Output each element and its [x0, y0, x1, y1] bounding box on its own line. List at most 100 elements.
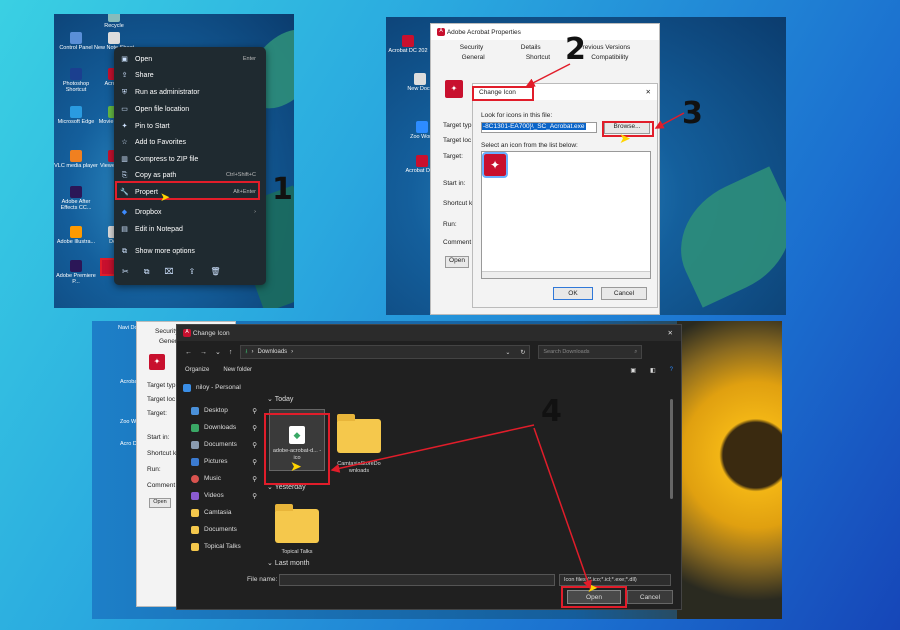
file-item-camtasia-folder[interactable]: CamtasiaStoreDo wnloads	[329, 409, 389, 474]
step-number-2: 2	[565, 32, 586, 67]
chevron-down-icon[interactable]: ⌄	[215, 348, 221, 356]
breadcrumb-separator-icon: ›	[251, 349, 254, 355]
cancel-button[interactable]: Cancel	[601, 287, 647, 300]
menu-item-dropbox[interactable]: ◆ Dropbox ›	[120, 204, 260, 220]
folder-icon	[191, 525, 199, 534]
nav-item-downloads[interactable]: Downloads ⚲	[177, 419, 261, 436]
nav-item-camtasia[interactable]: Camtasia	[177, 504, 261, 521]
cancel-button[interactable]: Cancel	[627, 590, 673, 604]
rename-icon[interactable]: ⌧	[164, 267, 173, 277]
panel-file-dialog: Navi Docu Acroba DC 2 Zoo Work Acro DC 2…	[92, 321, 782, 619]
menu-label: Show more options	[135, 247, 195, 255]
nav-item-documents[interactable]: Documents ⚲	[177, 436, 261, 453]
desktop-icon-label: Control Panel	[59, 45, 93, 51]
new-folder-button[interactable]: New folder	[223, 367, 252, 373]
acrobat-icon: A	[437, 28, 445, 36]
dropbox-icon: ◆	[121, 208, 128, 216]
search-input[interactable]: Search Downloads ⌕	[538, 345, 643, 359]
organize-button[interactable]: Organize	[185, 367, 209, 373]
menu-item-share[interactable]: ⇪ Share	[120, 67, 260, 83]
file-name-input[interactable]	[279, 574, 555, 586]
chevron-down-icon: ⌄	[267, 484, 273, 491]
menu-item-open-file-location[interactable]: ▭ Open file location	[120, 101, 260, 117]
preview-pane-icon[interactable]: ◧	[650, 367, 656, 374]
highlight-change-icon-title	[472, 86, 534, 101]
help-icon[interactable]: ?	[670, 367, 673, 373]
close-icon[interactable]: ✕	[646, 88, 651, 96]
menu-label: Open file location	[135, 105, 190, 113]
menu-item-edit-notepad[interactable]: ▤ Edit in Notepad	[120, 221, 260, 237]
nav-item-documents-folder[interactable]: Documents	[177, 521, 261, 538]
tab-shortcut[interactable]: Shortcut	[526, 54, 550, 61]
nav-item-music[interactable]: Music ⚲	[177, 470, 261, 487]
desktop-icon[interactable]: Adobe Premiere P...	[54, 260, 98, 285]
nav-label: Topical Talks	[204, 543, 241, 550]
download-icon: ⭳	[245, 349, 248, 355]
nav-label: Pictures	[204, 458, 228, 465]
up-arrow-icon[interactable]: ↑	[229, 349, 233, 356]
icon-path-field[interactable]: -8C1301-EA700}\_SC_Acrobat.exe	[481, 122, 597, 133]
acrobat-icon-option[interactable]: ✦	[482, 152, 508, 178]
bg-label: Comment	[147, 482, 176, 489]
search-icon: ⌕	[634, 348, 638, 355]
tab-security[interactable]: Security	[460, 44, 483, 51]
chevron-down-icon[interactable]: ⌄	[505, 349, 510, 356]
menu-item-run-as-admin[interactable]: ⛨ Run as administrator	[120, 84, 260, 100]
menu-item-show-more[interactable]: ⧉ Show more options	[120, 243, 260, 259]
nav-item-pictures[interactable]: Pictures ⚲	[177, 453, 261, 470]
menu-item-add-to-favorites[interactable]: ☆ Add to Favorites	[120, 134, 260, 150]
target-type-label: Target typ	[443, 122, 472, 129]
nav-item-desktop[interactable]: Desktop ⚲	[177, 402, 261, 419]
file-item-topical-talks[interactable]: Topical Talks	[269, 497, 325, 555]
menu-label: Compress to ZIP file	[135, 155, 199, 163]
group-header-today: ⌄ Today	[267, 395, 293, 403]
desktop-icon[interactable]: Recycle	[92, 14, 136, 29]
videos-icon	[191, 491, 199, 500]
more-options-icon: ⧉	[122, 247, 127, 255]
tab-compatibility[interactable]: Compatibility	[591, 54, 628, 61]
view-toggle-icon[interactable]: ▣	[630, 367, 636, 374]
cursor-icon: ➤	[290, 458, 302, 474]
copy-icon[interactable]: ⧉	[144, 267, 150, 277]
tab-previous-versions[interactable]: Previous Versions	[578, 44, 630, 51]
list-scrollbar[interactable]	[482, 271, 650, 278]
pin-icon: ⚲	[252, 424, 257, 432]
highlight-properties	[115, 181, 260, 200]
tab-details[interactable]: Details	[521, 44, 541, 51]
open-file-location-button[interactable]: Open	[445, 256, 469, 268]
delete-icon[interactable]: 🗑	[210, 267, 220, 277]
address-bar[interactable]: ⭳ › Downloads › ⌄ ↻	[240, 345, 531, 359]
folder-icon	[337, 414, 381, 453]
change-icon-dialog: Change Icon ✕ Look for icons in this file…	[472, 83, 658, 308]
pin-icon: ⚲	[252, 475, 257, 483]
file-dialog-title: Change Icon	[192, 329, 230, 337]
share-quick-icon[interactable]: ⇪	[189, 267, 196, 277]
icon-list[interactable]: ✦	[481, 151, 651, 279]
nav-label: Videos	[204, 492, 224, 499]
context-menu: ▣ Open Enter ⇪ Share ⛨ Run as administrator …	[114, 47, 266, 285]
scrollbar[interactable]	[670, 399, 673, 499]
file-name-label: File name:	[247, 576, 278, 583]
back-arrow-icon[interactable]: ←	[185, 349, 192, 356]
step-number-3: 3	[682, 96, 703, 131]
pin-icon: ⚲	[252, 407, 257, 415]
nav-label: niloy - Personal	[196, 384, 241, 391]
close-icon[interactable]: ✕	[668, 329, 673, 337]
forward-arrow-icon[interactable]: →	[200, 349, 207, 356]
nav-item-videos[interactable]: Videos ⚲	[177, 487, 261, 504]
refresh-icon[interactable]: ↻	[520, 349, 525, 356]
menu-item-compress-zip[interactable]: ▥ Compress to ZIP file	[120, 151, 260, 167]
nav-item-onedrive[interactable]: niloy - Personal	[177, 379, 261, 396]
bg-label: Acrobat DC 202	[388, 48, 428, 54]
file-name: CamtasiaStoreDo wnloads	[337, 461, 381, 474]
music-icon	[191, 474, 199, 483]
desktop-icon[interactable]: Adobe After Effects CC...	[54, 186, 98, 211]
menu-item-pin-to-start[interactable]: ✦ Pin to Start	[120, 118, 260, 134]
bg-desktop-icon: Acrobat DC 202	[386, 35, 430, 54]
file-type-select[interactable]: Icon files (*.ico;*.icl;*.exe;*.dll)	[559, 574, 671, 586]
nav-item-topical-talks[interactable]: Topical Talks	[177, 538, 261, 555]
ok-button[interactable]: OK	[553, 287, 593, 300]
tab-general[interactable]: General	[462, 54, 485, 61]
cut-icon[interactable]: ✂	[122, 267, 129, 277]
menu-item-open[interactable]: ▣ Open Enter	[120, 51, 260, 67]
